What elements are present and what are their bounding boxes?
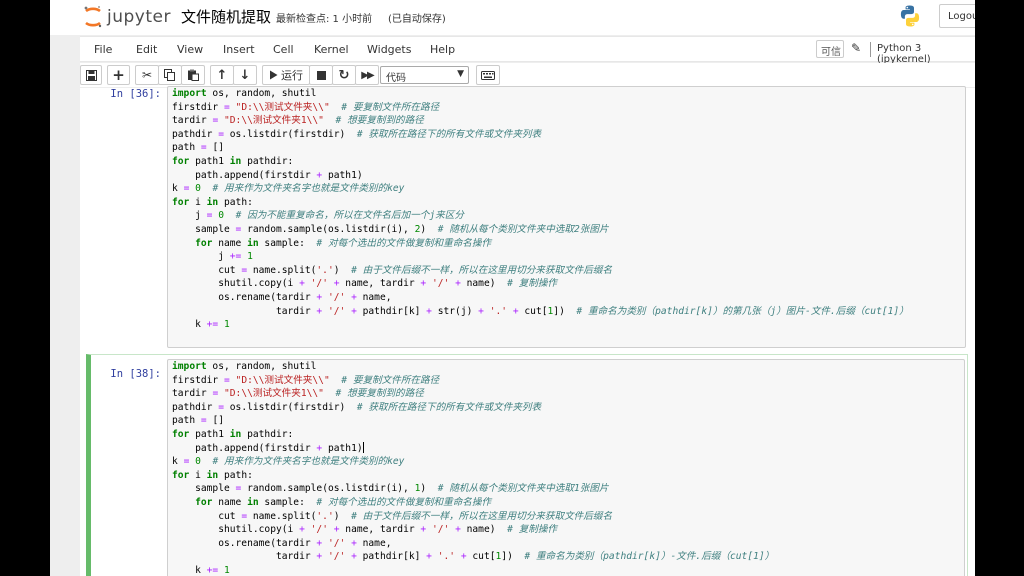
cell-type-value: 代码 — [386, 73, 406, 84]
stop-icon — [316, 70, 326, 80]
cell-prompt: In [36]: — [110, 88, 161, 100]
code-line[interactable]: j += 1 — [168, 250, 965, 264]
code-line[interactable]: path.append(firstdir + path1) — [168, 169, 965, 183]
insert-cell-button[interactable]: + — [107, 65, 130, 85]
save-icon — [85, 69, 97, 81]
scissors-icon: ✂ — [141, 68, 153, 82]
code-line[interactable]: firstdir = "D:\\测试文件夹\\" # 要复制文件所在路径 — [168, 374, 964, 388]
paste-button[interactable] — [181, 65, 205, 85]
trusted-indicator[interactable]: 可信 — [816, 40, 844, 58]
copy-icon — [164, 69, 175, 81]
jupyter-logo-icon — [83, 5, 103, 29]
logout-button[interactable]: Logou — [939, 4, 975, 28]
move-up-button[interactable]: ↑ — [210, 65, 234, 85]
code-line[interactable]: path.append(firstdir + path1) — [168, 442, 964, 456]
code-cell-selected[interactable]: In [38]: import os, random, shutil firstd… — [86, 354, 968, 576]
code-line[interactable]: tardir + '/' + pathdir[k] + '.' + cut[1]… — [168, 550, 964, 564]
code-line[interactable]: for i in path: — [168, 469, 964, 483]
jupyter-window: jupyter 文件随机提取 最新检查点: 1 小时前 (已自动保存) Logo… — [50, 0, 975, 576]
checkpoint-status: 最新检查点: 1 小时前 — [276, 14, 373, 25]
header: jupyter 文件随机提取 最新检查点: 1 小时前 (已自动保存) Logo… — [50, 0, 975, 35]
code-line[interactable]: tardir + '/' + pathdir[k] + str(j) + '.'… — [168, 305, 965, 319]
keyboard-icon — [481, 70, 495, 80]
code-line[interactable]: for name in sample: # 对每个选出的文件做复制和重命名操作 — [168, 496, 964, 510]
notebook-page: In [36]: import os, random, shutil firstd… — [80, 86, 975, 576]
code-line[interactable]: pathdir = os.listdir(firstdir) # 获取所在路径下… — [168, 128, 965, 142]
code-line[interactable]: firstdir = "D:\\测试文件夹\\" # 要复制文件所在路径 — [168, 101, 965, 115]
code-line[interactable]: for path1 in pathdir: — [168, 428, 964, 442]
code-line[interactable]: tardir = "D:\\测试文件夹1\\" # 想要复制到的路径 — [168, 387, 964, 401]
save-button[interactable] — [80, 65, 102, 85]
run-button[interactable]: 运行 — [262, 65, 310, 85]
code-line[interactable]: for name in sample: # 对每个选出的文件做复制和重命名操作 — [168, 237, 965, 251]
paste-icon — [188, 69, 199, 81]
cut-button[interactable]: ✂ — [135, 65, 159, 85]
python-logo-icon — [898, 4, 922, 32]
code-line[interactable]: path = [] — [168, 414, 964, 428]
notebook-name[interactable]: 文件随机提取 — [181, 6, 271, 27]
interrupt-button[interactable] — [309, 65, 333, 85]
menu-help[interactable]: Help — [430, 43, 455, 56]
code-line[interactable]: os.rename(tardir + '/' + name, — [168, 291, 965, 305]
code-line[interactable]: shutil.copy(i + '/' + name, tardir + '/'… — [168, 277, 965, 291]
code-line[interactable]: for i in path: — [168, 196, 965, 210]
code-line[interactable]: path = [] — [168, 141, 965, 155]
code-line[interactable]: shutil.copy(i + '/' + name, tardir + '/'… — [168, 523, 964, 537]
menu-cell[interactable]: Cell — [273, 43, 294, 56]
run-label: 运行 — [281, 69, 303, 82]
kernel-separator — [870, 42, 871, 57]
code-line[interactable]: sample = random.sample(os.listdir(i), 1)… — [168, 482, 964, 496]
jupyter-logo[interactable]: jupyter — [83, 3, 171, 31]
code-line[interactable]: import os, random, shutil — [168, 360, 964, 374]
code-line[interactable]: import os, random, shutil — [168, 87, 965, 101]
pencil-icon[interactable]: ✎ — [851, 41, 861, 55]
code-line[interactable]: cut = name.split('.') # 由于文件后缀不一样，所以在这里用… — [168, 510, 964, 524]
restart-icon: ↻ — [338, 67, 350, 83]
copy-button[interactable] — [158, 65, 182, 85]
menu-view[interactable]: View — [177, 43, 203, 56]
toolbar: + ✂ ↑ ↓ 运行 ↻ ▶▶ 代码 ▼ — [80, 63, 975, 87]
code-line[interactable]: tardir = "D:\\测试文件夹1\\" # 想要复制到的路径 — [168, 114, 965, 128]
restart-run-all-button[interactable]: ▶▶ — [355, 65, 379, 85]
code-input[interactable]: import os, random, shutil firstdir = "D:\… — [167, 86, 966, 348]
chevron-down-icon: ▼ — [457, 69, 464, 79]
menu-file[interactable]: File — [94, 43, 112, 56]
menubar: File Edit View Insert Cell Kernel Widget… — [80, 36, 975, 65]
arrow-down-icon: ↓ — [239, 67, 251, 83]
code-line[interactable]: k += 1 — [168, 564, 964, 576]
menu-insert[interactable]: Insert — [223, 43, 255, 56]
autosave-status: (已自动保存) — [388, 14, 446, 25]
menu-kernel[interactable]: Kernel — [314, 43, 349, 56]
cell-type-select[interactable]: 代码 ▼ — [380, 66, 469, 84]
menu-widgets[interactable]: Widgets — [367, 43, 411, 56]
code-line[interactable]: cut = name.split('.') # 由于文件后缀不一样，所以在这里用… — [168, 264, 965, 278]
command-palette-button[interactable] — [476, 65, 500, 85]
move-down-button[interactable]: ↓ — [233, 65, 257, 85]
play-icon — [270, 70, 278, 80]
menu-edit[interactable]: Edit — [136, 43, 157, 56]
arrow-up-icon: ↑ — [216, 67, 228, 83]
code-line[interactable]: sample = random.sample(os.listdir(i), 2)… — [168, 223, 965, 237]
code-line[interactable]: for path1 in pathdir: — [168, 155, 965, 169]
code-input[interactable]: import os, random, shutil firstdir = "D:\… — [167, 359, 965, 576]
plus-icon: + — [112, 66, 125, 84]
cell-prompt: In [38]: — [110, 368, 161, 380]
code-line[interactable]: k = 0 # 用来作为文件夹名字也就是文件类别的key — [168, 182, 965, 196]
notebook-container: In [36]: import os, random, shutil firstd… — [80, 86, 975, 576]
fast-forward-icon: ▶▶ — [361, 69, 374, 81]
restart-button[interactable]: ↻ — [332, 65, 356, 85]
text-cursor — [362, 442, 364, 454]
code-line[interactable]: os.rename(tardir + '/' + name, — [168, 537, 964, 551]
code-line[interactable]: k = 0 # 用来作为文件夹名字也就是文件类别的key — [168, 455, 964, 469]
kernel-indicator[interactable]: Python 3 (ipykernel) — [877, 43, 975, 65]
jupyter-wordmark: jupyter — [107, 7, 171, 27]
code-editor[interactable]: import os, random, shutil firstdir = "D:\… — [168, 360, 964, 576]
code-cell[interactable]: In [36]: import os, random, shutil firstd… — [86, 86, 968, 350]
code-editor[interactable]: import os, random, shutil firstdir = "D:\… — [168, 87, 965, 332]
code-line[interactable]: pathdir = os.listdir(firstdir) # 获取所在路径下… — [168, 401, 964, 415]
code-line[interactable]: j = 0 # 因为不能重复命名，所以在文件名后加一个j来区分 — [168, 209, 965, 223]
code-line[interactable]: k += 1 — [168, 318, 965, 332]
